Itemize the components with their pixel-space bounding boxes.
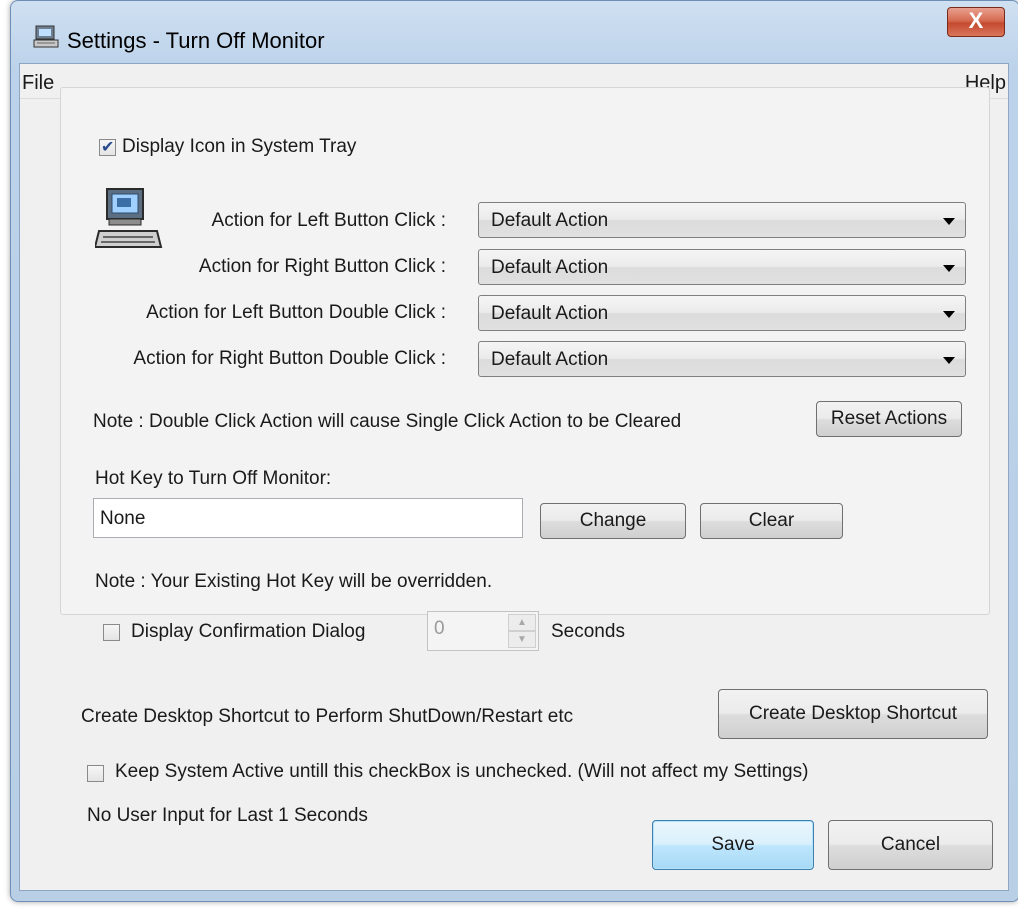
right-click-action-label: Action for Right Button Click :: [198, 256, 446, 277]
left-click-action-select[interactable]: Default Action: [478, 202, 966, 238]
seconds-value: 0: [434, 618, 445, 639]
window-title: Settings - Turn Off Monitor: [67, 28, 325, 53]
spin-down-icon[interactable]: ▼: [508, 631, 536, 648]
double-click-note: Note : Double Click Action will cause Si…: [93, 411, 682, 432]
seconds-label: Seconds: [551, 621, 625, 642]
display-confirmation-label: Display Confirmation Dialog: [131, 621, 366, 642]
reset-actions-button[interactable]: Reset Actions: [816, 401, 962, 437]
dropdown-arrow-icon: [943, 218, 955, 225]
display-tray-icon-checkbox[interactable]: [99, 137, 116, 157]
hotkey-field[interactable]: None: [93, 498, 523, 538]
hotkey-override-note: Note : Your Existing Hot Key will be ove…: [95, 571, 493, 592]
left-click-action-label: Action for Left Button Click :: [211, 210, 446, 231]
close-icon: X: [968, 8, 984, 33]
desktop-shortcut-label: Create Desktop Shortcut to Perform ShutD…: [81, 706, 574, 727]
dropdown-arrow-icon: [943, 311, 955, 318]
app-computer-icon: [33, 25, 59, 48]
right-double-click-action-select[interactable]: Default Action: [478, 341, 966, 377]
create-desktop-shortcut-button[interactable]: Create Desktop Shortcut: [718, 689, 988, 739]
spin-up-icon[interactable]: ▲: [508, 614, 536, 631]
dropdown-arrow-icon: [943, 265, 955, 272]
hotkey-value: None: [100, 508, 146, 529]
left-double-click-action-value: Default Action: [491, 303, 609, 324]
computer-icon: [95, 188, 163, 248]
right-double-click-action-value: Default Action: [491, 349, 609, 370]
seconds-spinner[interactable]: 0 ▲ ▼: [427, 611, 539, 651]
title-bar[interactable]: Settings - Turn Off Monitor X: [11, 1, 1018, 63]
idle-status-text: No User Input for Last 1 Seconds: [87, 805, 368, 826]
dropdown-arrow-icon: [943, 357, 955, 364]
hotkey-label: Hot Key to Turn Off Monitor:: [95, 468, 332, 489]
left-double-click-action-label: Action for Left Button Double Click :: [146, 302, 446, 323]
close-button[interactable]: X: [947, 7, 1005, 37]
settings-window: Settings - Turn Off Monitor X File Help …: [10, 0, 1018, 902]
menu-file[interactable]: File: [22, 72, 54, 95]
save-button[interactable]: Save: [652, 820, 814, 870]
left-click-action-value: Default Action: [491, 210, 609, 231]
display-tray-icon-label: Display Icon in System Tray: [122, 136, 357, 157]
keep-system-active-label: Keep System Active untill this checkBox …: [115, 761, 809, 782]
change-hotkey-button[interactable]: Change: [540, 503, 686, 539]
clear-hotkey-button[interactable]: Clear: [700, 503, 843, 539]
right-double-click-action-label: Action for Right Button Double Click :: [133, 348, 446, 369]
left-double-click-action-select[interactable]: Default Action: [478, 295, 966, 331]
keep-system-active-checkbox[interactable]: [87, 765, 104, 782]
display-confirmation-checkbox[interactable]: [103, 624, 120, 641]
cancel-button[interactable]: Cancel: [828, 820, 993, 870]
right-click-action-select[interactable]: Default Action: [478, 249, 966, 285]
right-click-action-value: Default Action: [491, 257, 609, 278]
